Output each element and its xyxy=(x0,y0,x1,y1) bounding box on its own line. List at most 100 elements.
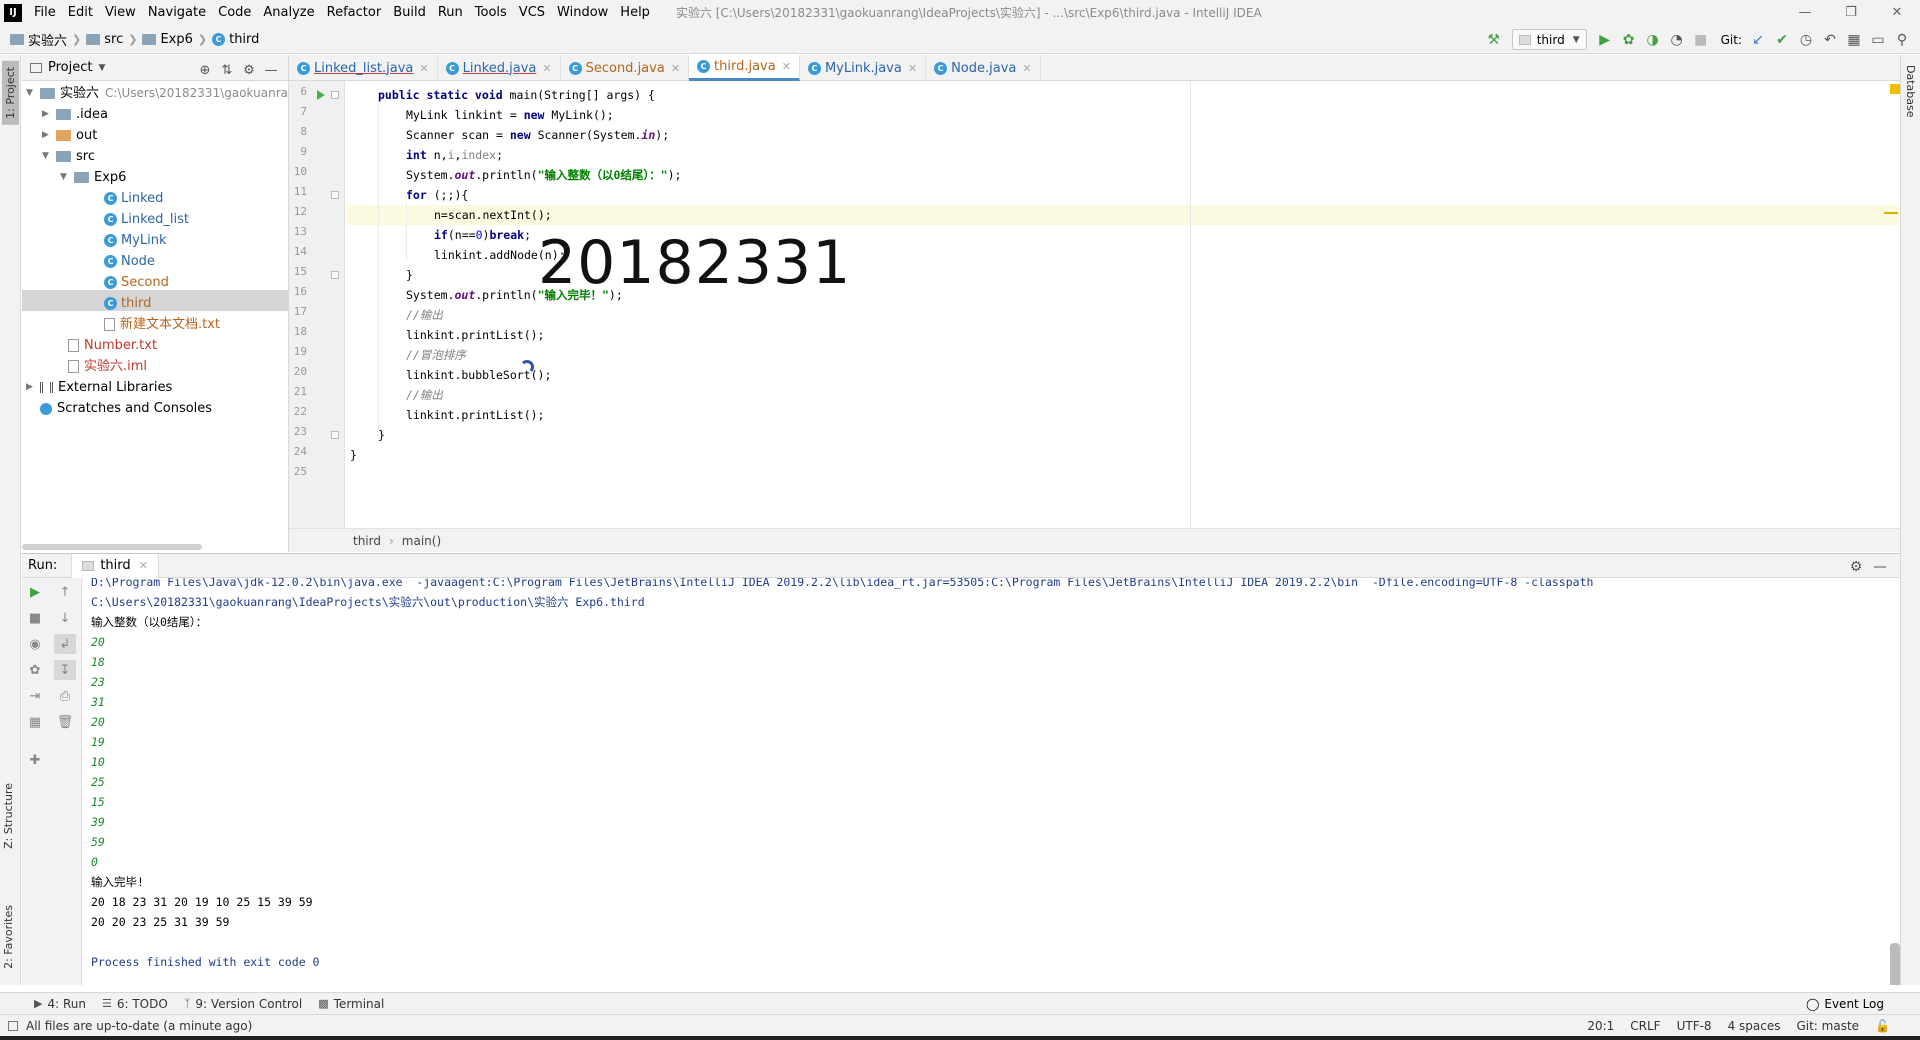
git-update-icon[interactable]: ↙ xyxy=(1746,28,1770,52)
menu-view[interactable]: View xyxy=(99,0,142,25)
tab-linked-java[interactable]: C Linked.java ✕ xyxy=(438,55,561,81)
tool-tab-database[interactable]: Database xyxy=(1904,65,1917,118)
stop-icon[interactable]: ■ xyxy=(1689,28,1713,52)
fold-icon[interactable] xyxy=(331,191,339,199)
tree-item-iml[interactable]: 实验六.iml xyxy=(68,356,147,377)
exit-icon[interactable]: ⇥ xyxy=(24,686,46,706)
coverage-icon[interactable]: ◑ xyxy=(1641,28,1665,52)
tool-windows-icon[interactable] xyxy=(8,1020,18,1031)
project-structure-icon[interactable]: ▦ xyxy=(1842,28,1866,52)
code-editor[interactable]: public static void main(String[] args) {… xyxy=(346,81,1899,528)
print-icon[interactable]: ⎙ xyxy=(54,686,76,706)
run-icon[interactable]: ▶ xyxy=(1593,28,1617,52)
tool-tab-todo[interactable]: ☰ 6: TODO xyxy=(94,993,176,1015)
stop-icon[interactable]: ■ xyxy=(24,608,46,628)
tab-linked-list-java[interactable]: C Linked_list.java ✕ xyxy=(289,55,438,81)
project-panel-title[interactable]: Project xyxy=(48,60,92,75)
tool-tab-terminal[interactable]: ▩ Terminal xyxy=(310,993,392,1015)
tree-item-src[interactable]: ▼ src xyxy=(42,146,95,167)
tree-item-linked-list[interactable]: C Linked_list xyxy=(104,209,189,230)
menu-code[interactable]: Code xyxy=(212,0,257,25)
menu-tools[interactable]: Tools xyxy=(469,0,513,25)
tree-item-number-txt[interactable]: Number.txt xyxy=(68,335,157,356)
breadcrumb-class[interactable]: third xyxy=(353,534,381,548)
tree-item-scratches[interactable]: Scratches and Consoles xyxy=(40,398,212,419)
menu-file[interactable]: File xyxy=(28,0,62,25)
indent-setting[interactable]: 4 spaces xyxy=(1728,1019,1781,1033)
caret-position[interactable]: 20:1 xyxy=(1587,1019,1614,1033)
tree-item-txt[interactable]: 新建文本文档.txt xyxy=(104,314,220,335)
git-rollback-icon[interactable]: ↶ xyxy=(1818,28,1842,52)
close-icon[interactable]: ✕ xyxy=(671,62,680,75)
restore-icon[interactable]: ❐ xyxy=(1828,0,1874,25)
menu-analyze[interactable]: Analyze xyxy=(257,0,320,25)
fold-icon[interactable] xyxy=(331,91,339,99)
camera-icon[interactable]: ◉ xyxy=(24,634,46,654)
menu-refactor[interactable]: Refactor xyxy=(321,0,388,25)
close-icon[interactable]: ✕ xyxy=(139,559,148,572)
tree-item-root[interactable]: ▼ 实验六 C:\Users\20182331\gaokuanran xyxy=(26,83,296,104)
run-configuration-select[interactable]: third ▼ xyxy=(1511,29,1587,50)
menu-vcs[interactable]: VCS xyxy=(513,0,551,25)
warning-marker-icon[interactable] xyxy=(1890,84,1900,94)
search-icon[interactable]: ⚲ xyxy=(1890,28,1914,52)
trash-icon[interactable]: 🗑 xyxy=(54,712,76,732)
build-hammer-icon[interactable]: ⚒ xyxy=(1482,28,1506,52)
toggle-presentation-icon[interactable]: ▭ xyxy=(1866,28,1890,52)
breadcrumb-project[interactable]: 实验六 xyxy=(8,30,69,49)
tool-tab-project[interactable]: 1: Project xyxy=(2,61,19,125)
tree-item-exp6[interactable]: ▼ Exp6 xyxy=(60,167,126,188)
arrow-down-icon[interactable]: ↓ xyxy=(54,608,76,628)
close-icon[interactable]: ✕ xyxy=(542,62,551,75)
minimize-icon[interactable]: — xyxy=(1782,0,1828,25)
tree-item-idea[interactable]: ▶ .idea xyxy=(42,104,108,125)
tree-item-mylink[interactable]: C MyLink xyxy=(104,230,167,251)
tree-item-second[interactable]: C Second xyxy=(104,272,169,293)
close-icon[interactable]: ✕ xyxy=(1874,0,1920,25)
close-icon[interactable]: ✕ xyxy=(1022,62,1031,75)
profile-icon[interactable]: ◔ xyxy=(1665,28,1689,52)
locate-icon[interactable]: ⊕ xyxy=(194,58,216,82)
menu-edit[interactable]: Edit xyxy=(62,0,99,25)
lock-icon[interactable]: 🔓 xyxy=(1875,1019,1890,1033)
tree-item-out[interactable]: ▶ out xyxy=(42,125,97,146)
hide-icon[interactable]: — xyxy=(260,58,282,82)
close-icon[interactable]: ✕ xyxy=(419,62,428,75)
collapse-all-icon[interactable]: ⇅ xyxy=(216,58,238,82)
file-encoding[interactable]: UTF-8 xyxy=(1677,1019,1712,1033)
breadcrumb-class[interactable]: C third xyxy=(210,32,261,47)
tree-item-node[interactable]: C Node xyxy=(104,251,155,272)
chevron-down-icon[interactable]: ▼ xyxy=(98,63,105,73)
event-log-button[interactable]: ◯ Event Log xyxy=(1806,993,1884,1015)
hide-icon[interactable]: — xyxy=(1868,555,1892,579)
run-tab-third[interactable]: third ✕ xyxy=(71,553,159,578)
rerun-icon[interactable]: ▶ xyxy=(24,582,46,602)
menu-run[interactable]: Run xyxy=(432,0,469,25)
tool-tab-structure[interactable]: Z: Structure xyxy=(2,783,15,849)
horizontal-scrollbar[interactable] xyxy=(22,544,202,550)
arrow-up-icon[interactable]: ↑ xyxy=(54,582,76,602)
tree-item-external-libraries[interactable]: ▶ External Libraries xyxy=(26,377,172,398)
tab-mylink-java[interactable]: C MyLink.java ✕ xyxy=(800,55,927,81)
menu-build[interactable]: Build xyxy=(387,0,432,25)
scroll-to-end-icon[interactable]: ↧ xyxy=(54,660,76,680)
debug-bug-icon[interactable]: ✿ xyxy=(24,660,46,680)
menu-window[interactable]: Window xyxy=(551,0,614,25)
git-branch[interactable]: Git: maste xyxy=(1796,1019,1859,1033)
pin-icon[interactable]: ✚ xyxy=(24,750,46,770)
tab-node-java[interactable]: C Node.java ✕ xyxy=(926,55,1041,81)
gear-icon[interactable]: ⚙ xyxy=(238,58,260,82)
gear-icon[interactable]: ⚙ xyxy=(1844,555,1868,579)
breadcrumb-method[interactable]: main() xyxy=(402,534,441,548)
tree-item-third[interactable]: C third xyxy=(104,293,151,314)
tree-item-linked[interactable]: C Linked xyxy=(104,188,163,209)
git-commit-icon[interactable]: ✔ xyxy=(1770,28,1794,52)
debug-icon[interactable]: ✿ xyxy=(1617,28,1641,52)
breadcrumb-package[interactable]: Exp6 xyxy=(140,32,194,47)
close-icon[interactable]: ✕ xyxy=(782,60,791,73)
console-output[interactable]: D:\Program Files\Java\jdk-12.0.2\bin\jav… xyxy=(83,578,1900,985)
tab-second-java[interactable]: C Second.java ✕ xyxy=(561,55,690,81)
vertical-scrollbar[interactable] xyxy=(1890,943,1900,985)
close-icon[interactable]: ✕ xyxy=(908,62,917,75)
git-history-icon[interactable]: ◷ xyxy=(1794,28,1818,52)
